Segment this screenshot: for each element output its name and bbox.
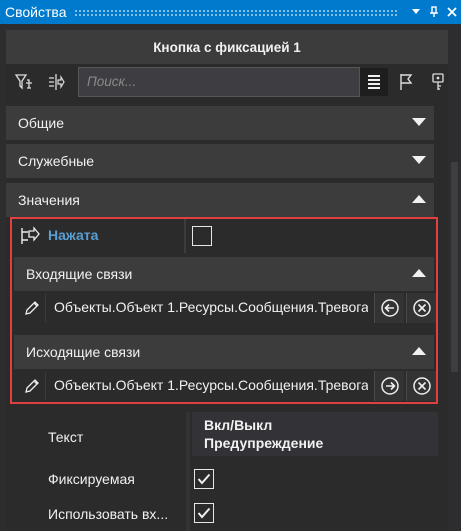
object-title: Кнопка с фиксацией 1 — [6, 30, 448, 64]
text-value-field[interactable]: Вкл/Выкл Предупреждение — [192, 412, 438, 456]
chevron-up-icon — [412, 195, 426, 203]
list-view-icon[interactable] — [360, 68, 388, 96]
toolbar: Поиск... — [6, 64, 448, 100]
pin-icon[interactable] — [425, 0, 443, 24]
scrollbar-thumb[interactable] — [451, 162, 458, 372]
highlight-frame — [10, 217, 438, 404]
close-icon[interactable] — [443, 0, 461, 24]
chevron-down-icon — [412, 156, 426, 164]
vertical-scrollbar[interactable] — [448, 30, 461, 531]
window-titlebar: Свойства — [0, 0, 461, 24]
section-values-label: Значения — [18, 192, 80, 208]
flag-icon[interactable] — [392, 68, 420, 96]
use-input-checkbox[interactable] — [194, 503, 214, 523]
checkmark-icon — [197, 473, 211, 485]
fixable-label: Фиксируемая — [48, 471, 135, 487]
search-input[interactable]: Поиск... — [78, 67, 360, 97]
checkmark-icon — [197, 507, 211, 519]
drag-grip[interactable] — [74, 8, 399, 16]
section-general-label: Общие — [18, 115, 65, 131]
properties-panel: Кнопка с фиксацией 1 Поиск... Общие Служ… — [6, 30, 448, 531]
fixable-checkbox[interactable] — [194, 469, 214, 489]
tree-pin-icon[interactable] — [42, 68, 70, 96]
window-title: Свойства — [5, 4, 67, 20]
text-label: Текст — [48, 429, 84, 445]
section-service[interactable]: Служебные — [6, 144, 434, 178]
filter-icon[interactable] — [10, 68, 38, 96]
text-value-line1: Вкл/Выкл — [204, 417, 273, 433]
dropdown-arrow-icon[interactable] — [407, 0, 425, 24]
text-value-line2: Предупреждение — [204, 435, 324, 451]
section-service-label: Служебные — [18, 153, 95, 169]
use-input-label: Использовать вх... — [48, 506, 169, 522]
section-general[interactable]: Общие — [6, 106, 434, 140]
section-values[interactable]: Значения — [6, 183, 434, 217]
chevron-down-icon — [412, 118, 426, 126]
column-divider — [186, 412, 190, 531]
